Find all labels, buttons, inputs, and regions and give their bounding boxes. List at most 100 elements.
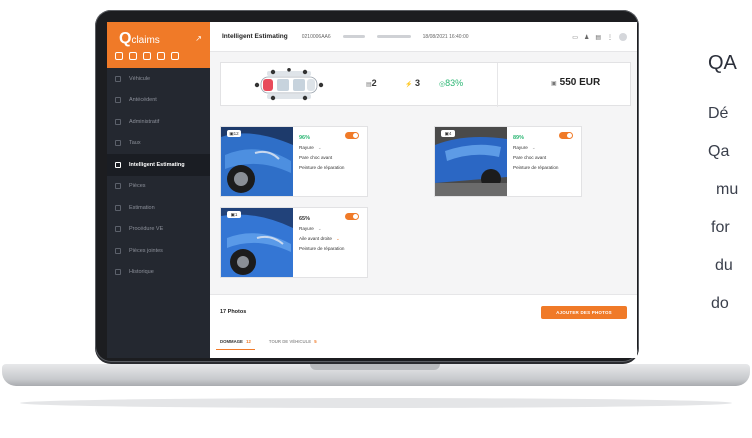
sidebar-item-taux[interactable]: Taux [107,133,210,155]
sidebar-item-label: Procédure VE [129,226,164,233]
sidebar-item-pieces[interactable]: Pièces [107,176,210,198]
damage-label: Rayure [299,226,314,231]
validate-toggle[interactable] [345,213,359,220]
tab-count: 5 [314,339,317,344]
damage-type[interactable]: Rayure ⌄ [299,145,322,151]
car-top-view-icon [254,68,324,101]
side-line-1: Dé [708,105,729,122]
bolt-icon: ⚡ [405,82,413,88]
sidebar-item-procedure-ve[interactable]: Procédure VE [107,219,210,241]
sidebar-item-administratif[interactable]: Administratif [107,111,210,133]
app-logo[interactable]: Qclaims [119,30,160,48]
photo-count: 4 [448,131,452,136]
price-value: 550 EUR [559,77,601,88]
add-photos-button[interactable]: AJOUTER DES PHOTOS [541,306,627,319]
damage-label: Rayure [299,145,314,150]
photo-count: 1 [234,212,238,217]
damage-card[interactable]: ▣4 89% Rayure ⌄ Pare choc avant Peinture … [434,126,582,197]
photo-count-badge: ▣12 [227,130,241,137]
sidebar-item-label: Intelligent Estimating [129,161,185,168]
tab-label: TOUR DE VÉHICULE [268,339,312,344]
damage-photo[interactable]: ▣1 [221,208,293,277]
sidebar-item-vehicule[interactable]: Véhicule [107,68,210,90]
damage-card[interactable]: ▣12 96% Rayure ⌄ Pare choc avant Peinture… [220,126,368,197]
operation-name: Peinture de réparation [299,246,345,251]
confidence-value: 65% [299,216,311,222]
document-icon [115,118,121,125]
vehicle-summary: ▤2 ⚡ 3 ◎83% ▣ 550 EUR [220,62,631,107]
sidebar-item-label: Pièces [129,183,146,190]
sidebar-item-label: Estimation [129,204,155,211]
part-select[interactable]: Aile avant droite ⌄ [299,236,340,242]
chevron-down-icon: ⌄ [335,236,340,241]
damage-photo[interactable]: ▣12 [221,127,293,196]
sidebar-item-label: Antécédent [129,97,157,104]
settings-icon[interactable] [143,52,151,60]
sidebar-item-historique[interactable]: Historique [107,262,210,284]
page-title: Intelligent Estimating [222,33,288,40]
sidebar-item-intelligent-estimating[interactable]: Intelligent Estimating [107,154,210,176]
photos-count: 17 Photos [220,309,247,315]
photo-count: 12 [233,131,239,136]
tab-vehicle-tour[interactable]: TOUR DE VÉHICULE 5 [269,339,317,344]
sidebar-item-antecedent[interactable]: Antécédent [107,90,210,112]
side-line-5: du [715,257,733,274]
damage-stat: ⚡ 3 [405,78,420,88]
sidebar-item-estimation[interactable]: Estimation [107,197,210,219]
redacted-field [376,35,411,38]
avatar[interactable] [619,33,627,41]
damage-type[interactable]: Rayure ⌄ [513,145,536,151]
sidebar-item-pieces-jointes[interactable]: Pièces jointes [107,240,210,262]
claim-datetime: 18/08/2021 16:40:00 [422,33,469,40]
tab-damage[interactable]: DOMMAGE 12 [216,339,255,350]
damage-type[interactable]: Rayure ⌄ [299,226,322,232]
parts-stat: ▤2 [366,78,377,88]
ai-icon [115,161,121,168]
history-icon [115,97,121,104]
side-line-4: for [711,219,730,236]
brand-header: Qclaims ↗ [107,22,210,68]
globe-icon[interactable] [157,52,165,60]
parts-icon [115,183,121,190]
money-icon: ▣ [551,81,557,87]
side-line-3: mu [716,181,739,198]
chat-icon[interactable]: ▭ [572,34,578,41]
sidebar-item-label: Historique [129,269,154,276]
estimate-icon [115,204,121,211]
car-diagram[interactable] [233,68,345,102]
validate-toggle[interactable] [559,132,573,139]
damage-card[interactable]: ▣1 65% Rayure ⌄ Aile avant droite ⌄ Peintu… [220,207,368,278]
print-icon[interactable]: ▤ [595,34,601,41]
part-name: Pare choc avant [299,155,333,160]
part-name: Aile avant droite [299,236,332,241]
chevron-down-icon: ⌄ [317,226,322,231]
collapse-icon[interactable]: ↗ [195,34,202,43]
top-actions: ▭ ♟ ▤ ⋮ [572,33,627,41]
confidence-stat: ◎83% [439,78,463,88]
damage-count: 3 [415,78,421,88]
user-icon[interactable]: ♟ [584,34,589,41]
summary-divider [497,63,498,107]
validate-toggle[interactable] [345,132,359,139]
estimate-price: ▣ 550 EUR [551,77,600,88]
home-icon[interactable] [115,52,123,60]
damage-photo[interactable]: ▣4 [435,127,507,196]
sidebar: Qclaims ↗ Véhicule Antécédent Administra… [107,22,210,358]
rate-icon [115,140,121,147]
photo-count-badge: ▣1 [227,211,241,218]
logo-text: claims [131,35,160,46]
grid-icon[interactable] [129,52,137,60]
photo-tabs: DOMMAGE 12 TOUR DE VÉHICULE 5 [216,339,317,350]
photo-count-badge: ▣4 [441,130,455,137]
confidence-value: 96% [299,135,311,141]
more-icon[interactable]: ⋮ [607,34,613,41]
tab-label: DOMMAGE [220,339,243,344]
sidebar-nav: Véhicule Antécédent Administratif Taux I… [107,68,210,283]
laptop-screen: Qclaims ↗ Véhicule Antécédent Administra… [107,22,637,358]
logo-q: Q [119,30,132,47]
laptop-shadow [20,398,732,408]
power-icon[interactable] [171,52,179,60]
redacted-field [342,35,365,38]
photos-panel: 17 Photos AJOUTER DES PHOTOS DOMMAGE 12 … [210,294,637,358]
operation-name: Peinture de réparation [513,165,559,170]
